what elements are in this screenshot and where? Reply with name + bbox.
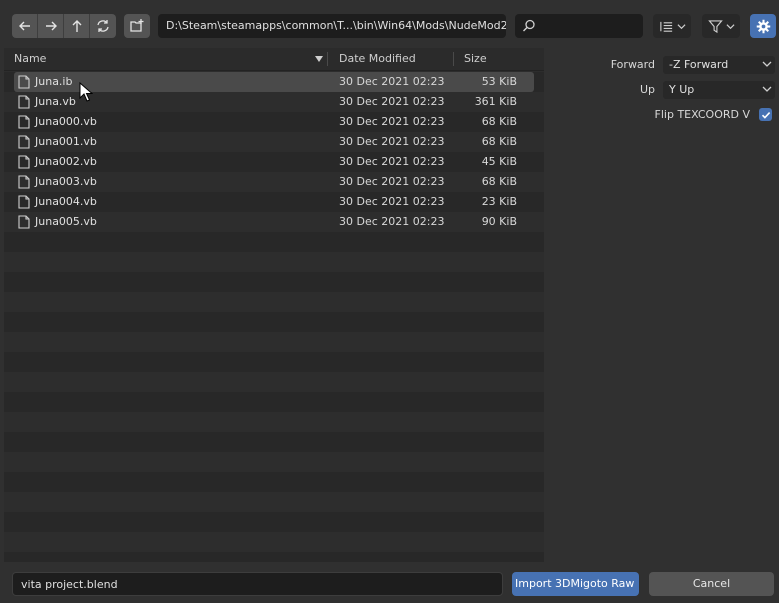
parent-directory-button[interactable] (64, 14, 90, 38)
file-date: 30 Dec 2021 02:23 (339, 155, 445, 168)
directory-path-field[interactable]: D:\Steam\steamapps\common\T...\bin\Win64… (158, 14, 506, 38)
settings-toggle-button[interactable] (750, 14, 776, 38)
file-size: 23 KiB (481, 195, 517, 208)
up-axis-select[interactable]: Y Up (663, 81, 775, 99)
forward-button[interactable] (38, 14, 64, 38)
file-list-header: Name Date Modified Size (4, 48, 544, 71)
display-mode-icon (659, 21, 672, 32)
up-axis-label: Up (639, 83, 655, 96)
flip-texcoord-checkbox[interactable] (759, 108, 772, 121)
arrow-up-icon (72, 20, 81, 32)
flip-texcoord-label: Flip TEXCOORD V (654, 108, 750, 121)
arrow-right-icon (45, 21, 57, 31)
file-icon (18, 195, 30, 209)
column-header-size[interactable]: Size (464, 48, 487, 70)
file-date: 30 Dec 2021 02:23 (339, 95, 445, 108)
back-button[interactable] (12, 14, 38, 38)
file-name: Juna004.vb (35, 195, 97, 208)
refresh-button[interactable] (90, 14, 116, 38)
forward-axis-label: Forward (610, 58, 655, 71)
file-list[interactable]: Name Date Modified Size Juna.ib 30 Dec 20… (4, 48, 544, 562)
refresh-icon (97, 20, 109, 32)
file-row[interactable]: Juna000.vb 30 Dec 2021 02:23 68 KiB (14, 112, 534, 132)
arrow-left-icon (18, 21, 30, 31)
search-input[interactable] (515, 14, 643, 38)
filter-icon (707, 19, 723, 33)
checkmark-icon (761, 111, 770, 119)
file-size: 68 KiB (481, 175, 517, 188)
column-header-date[interactable]: Date Modified (339, 48, 416, 70)
mouse-cursor-icon (79, 82, 93, 102)
file-name: Juna.vb (35, 95, 76, 108)
file-date: 30 Dec 2021 02:23 (339, 195, 445, 208)
sort-arrow-icon[interactable] (315, 56, 323, 62)
file-row[interactable]: Juna004.vb 30 Dec 2021 02:23 23 KiB (14, 192, 534, 212)
file-icon (18, 95, 30, 109)
file-date: 30 Dec 2021 02:23 (339, 175, 445, 188)
file-name: Juna003.vb (35, 175, 97, 188)
file-size: 53 KiB (481, 75, 517, 88)
file-row[interactable]: Juna001.vb 30 Dec 2021 02:23 68 KiB (14, 132, 534, 152)
cancel-button[interactable]: Cancel (649, 572, 774, 596)
file-size: 68 KiB (481, 135, 517, 148)
display-mode-dropdown[interactable] (653, 14, 691, 38)
filename-input[interactable]: vita project.blend (12, 572, 503, 596)
file-icon (18, 135, 30, 149)
chevron-down-icon (725, 23, 735, 29)
column-divider[interactable] (327, 52, 328, 66)
search-icon (523, 19, 535, 32)
file-size: 45 KiB (481, 155, 517, 168)
up-axis-value: Y Up (669, 83, 695, 96)
file-name: Juna.ib (35, 75, 73, 88)
file-icon (18, 175, 30, 189)
file-size: 361 KiB (474, 95, 517, 108)
forward-axis-value: -Z Forward (669, 58, 729, 71)
file-date: 30 Dec 2021 02:23 (339, 135, 445, 148)
file-row[interactable]: Juna002.vb 30 Dec 2021 02:23 45 KiB (14, 152, 534, 172)
file-row[interactable]: Juna005.vb 30 Dec 2021 02:23 90 KiB (14, 212, 534, 232)
file-icon (18, 75, 30, 89)
import-button[interactable]: Import 3DMigoto Raw ... (512, 572, 639, 596)
file-size: 68 KiB (481, 115, 517, 128)
new-folder-icon (130, 19, 144, 32)
new-folder-button[interactable] (124, 14, 150, 38)
chevron-down-icon (762, 61, 772, 67)
file-date: 30 Dec 2021 02:23 (339, 215, 445, 228)
forward-axis-select[interactable]: -Z Forward (663, 56, 775, 74)
chevron-down-icon (676, 23, 686, 29)
file-row[interactable]: Juna003.vb 30 Dec 2021 02:23 68 KiB (14, 172, 534, 192)
column-divider[interactable] (453, 52, 454, 66)
file-icon (18, 215, 30, 229)
file-name: Juna000.vb (35, 115, 97, 128)
column-header-name[interactable]: Name (14, 48, 46, 70)
filter-dropdown[interactable] (702, 14, 740, 38)
navigation-button-group (12, 14, 116, 38)
gear-icon (756, 19, 770, 33)
chevron-down-icon (762, 86, 772, 92)
file-date: 30 Dec 2021 02:23 (339, 115, 445, 128)
file-size: 90 KiB (481, 215, 517, 228)
file-date: 30 Dec 2021 02:23 (339, 75, 445, 88)
file-icon (18, 155, 30, 169)
file-name: Juna002.vb (35, 155, 97, 168)
new-folder-group (124, 14, 150, 38)
file-icon (18, 115, 30, 129)
file-name: Juna005.vb (35, 215, 97, 228)
file-name: Juna001.vb (35, 135, 97, 148)
